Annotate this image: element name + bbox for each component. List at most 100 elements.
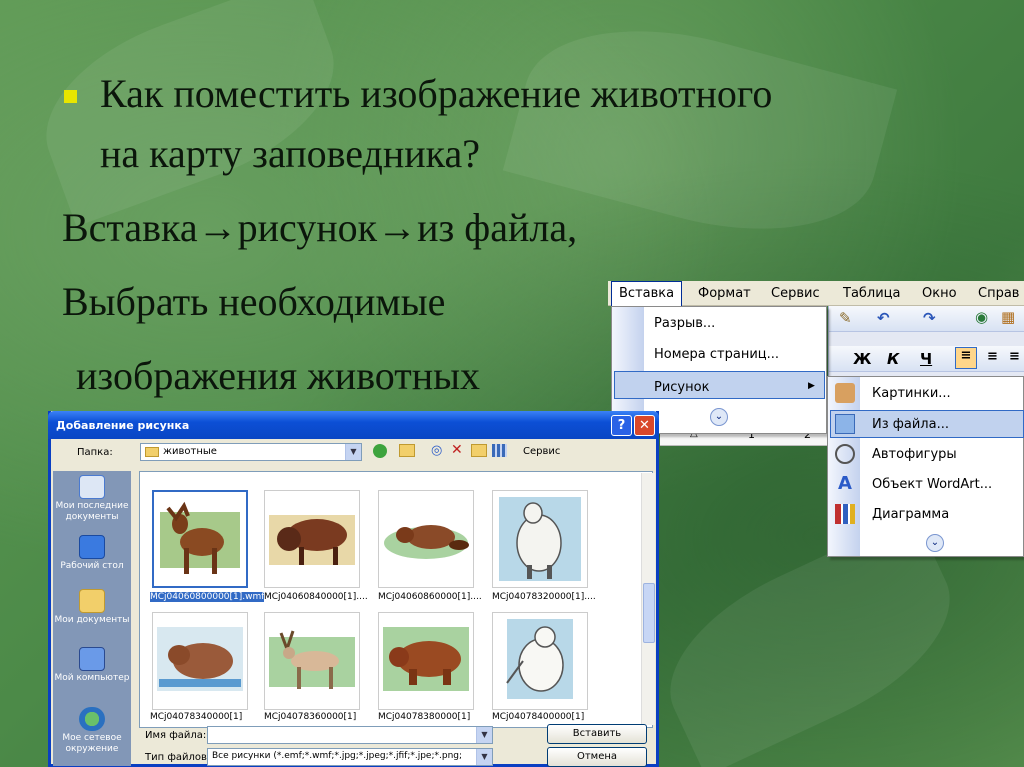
align-center-icon[interactable]: ≡ xyxy=(987,349,998,364)
file-name[interactable]: MCj04060860000[1].... xyxy=(378,592,482,602)
menu-item-page-numbers[interactable]: Номера страниц... xyxy=(654,347,779,362)
place-recent[interactable]: Мои последние документы xyxy=(53,475,131,523)
caribou-image xyxy=(269,630,355,689)
places-bar: Мои последние документы Рабочий стол Мои… xyxy=(53,471,131,766)
beaver-image xyxy=(384,525,469,559)
menu-item-break[interactable]: Разрыв... xyxy=(654,316,715,331)
file-name[interactable]: MCj04060840000[1].... xyxy=(264,592,368,602)
search-web-icon[interactable]: ◎ xyxy=(431,443,442,458)
filetype-dropdown[interactable]: Все рисунки (*.emf;*.wmf;*.jpg;*.jpeg;*.… xyxy=(207,748,493,766)
undo-icon[interactable]: ↶ xyxy=(877,309,890,327)
clipart-icon xyxy=(835,383,855,403)
bullet-marker xyxy=(64,90,77,103)
menu-tools[interactable]: Сервис xyxy=(771,286,820,301)
menu-item-wordart[interactable]: Объект WordArt... xyxy=(872,477,992,492)
filetype-value: Все рисунки (*.emf;*.wmf;*.jpg;*.jpeg;*.… xyxy=(212,751,463,761)
menu-item-from-file[interactable]: Из файла... xyxy=(872,417,949,432)
tables-icon[interactable]: ▦ xyxy=(1001,308,1015,326)
menu-window[interactable]: Окно xyxy=(922,286,957,301)
thumbnail-moose[interactable] xyxy=(152,490,248,588)
views-icon[interactable] xyxy=(492,444,507,457)
scrollbar-thumb[interactable] xyxy=(643,583,655,643)
slide-bullet-line-2: на карту заповедника? xyxy=(100,131,480,176)
close-button[interactable]: ✕ xyxy=(634,415,655,436)
menu-format[interactable]: Формат xyxy=(698,286,751,301)
cancel-button[interactable]: Отмена xyxy=(547,747,647,767)
file-name[interactable]: MCj04078360000[1] xyxy=(264,712,356,722)
menu-insert[interactable]: Вставка xyxy=(611,281,683,306)
network-icon xyxy=(79,707,105,731)
file-name[interactable]: MCj04078320000[1].... xyxy=(492,592,596,602)
place-my-computer[interactable]: Мой компьютер xyxy=(53,647,131,684)
moose-image xyxy=(160,501,240,574)
bold-button[interactable]: Ж xyxy=(853,350,871,368)
slide-line-animals: изображения животных xyxy=(76,353,481,398)
bison-image xyxy=(269,515,355,565)
thumbnail-bison[interactable] xyxy=(264,490,360,588)
thumbnail-owl[interactable] xyxy=(492,612,588,710)
formatting-toolbar: Ж К Ч ≡ ≡ ≡ xyxy=(829,346,1024,372)
up-folder-icon[interactable] xyxy=(399,444,415,457)
menu-item-clipart[interactable]: Картинки... xyxy=(872,386,951,401)
menu-help[interactable]: Справ xyxy=(978,286,1019,301)
place-my-documents[interactable]: Мои документы xyxy=(53,589,131,626)
folder-dropdown[interactable]: животные ▼ xyxy=(140,443,362,461)
filename-input[interactable]: ▼ xyxy=(207,726,493,744)
menu-item-chart[interactable]: Диаграмма xyxy=(872,507,949,522)
help-button[interactable]: ? xyxy=(611,415,632,436)
menu-item-autoshapes[interactable]: Автофигуры xyxy=(872,447,957,462)
wordart-icon: A xyxy=(838,473,852,494)
hyperlink-icon[interactable]: ◉ xyxy=(975,308,988,326)
folder-value: животные xyxy=(163,446,217,457)
file-list-scrollbar[interactable] xyxy=(641,473,655,725)
expand-menu-icon[interactable]: ⌄ xyxy=(926,534,944,552)
file-name[interactable]: MCj04060800000[1].wmf xyxy=(150,592,265,602)
thumbnail-beaver[interactable] xyxy=(378,490,474,588)
place-network[interactable]: Мое сетевое окружение xyxy=(53,707,131,755)
standard-toolbar: ✎ ↶ ↷ ◉ ▦ xyxy=(829,306,1024,332)
filename-label: Имя файла: xyxy=(145,730,207,741)
redo-icon[interactable]: ↷ xyxy=(923,309,936,327)
chevron-down-icon[interactable]: ▼ xyxy=(345,444,361,460)
recent-documents-icon xyxy=(79,475,105,499)
word-toolbar: ✎ ↶ ↷ ◉ ▦ Ж К Ч ≡ ≡ ≡ xyxy=(828,306,1024,378)
format-painter-icon[interactable]: ✎ xyxy=(839,309,852,327)
my-computer-icon xyxy=(79,647,105,671)
expand-menu-icon[interactable]: ⌄ xyxy=(710,408,728,426)
place-desktop[interactable]: Рабочий стол xyxy=(53,535,131,572)
file-name[interactable]: MCj04078340000[1] xyxy=(150,712,242,722)
file-name[interactable]: MCj04078380000[1] xyxy=(378,712,470,722)
thumbnail-goat[interactable] xyxy=(492,490,588,588)
from-file-icon xyxy=(835,414,855,434)
slide-line-choose: Выбрать необходимые xyxy=(62,279,446,324)
file-list: MCj04060800000[1].wmf MCj04060840000[1].… xyxy=(139,471,653,728)
folder-label: Папка: xyxy=(77,447,113,458)
align-left-icon[interactable]: ≡ xyxy=(955,347,977,369)
chart-icon xyxy=(835,504,855,524)
align-right-icon[interactable]: ≡ xyxy=(1009,349,1020,364)
insert-picture-dialog: Добавление рисунка ? ✕ Папка: животные ▼… xyxy=(48,411,659,767)
folder-icon xyxy=(145,447,159,457)
underline-button[interactable]: Ч xyxy=(920,350,932,368)
thumbnail-bear[interactable] xyxy=(378,612,474,710)
dialog-titlebar[interactable]: Добавление рисунка ? ✕ xyxy=(48,411,659,439)
menu-table[interactable]: Таблица xyxy=(843,286,901,301)
chevron-down-icon[interactable]: ▼ xyxy=(476,749,492,765)
new-folder-icon[interactable] xyxy=(471,444,487,457)
chevron-down-icon[interactable]: ▼ xyxy=(476,727,492,743)
delete-icon[interactable]: ✕ xyxy=(451,442,463,458)
thumbnail-walrus[interactable] xyxy=(152,612,248,710)
mountain-goat-image xyxy=(499,497,581,581)
autoshapes-icon xyxy=(835,444,855,464)
tools-menu[interactable]: Сервис xyxy=(523,446,560,457)
italic-button[interactable]: К xyxy=(887,350,899,368)
menu-item-picture[interactable]: Рисунок xyxy=(654,380,709,395)
menu-icon-strip xyxy=(828,377,860,556)
filetype-label: Тип файлов: xyxy=(145,752,211,763)
insert-button[interactable]: Вставить xyxy=(547,724,647,744)
file-name[interactable]: MCj04078400000[1] xyxy=(492,712,584,722)
bear-image xyxy=(383,627,469,691)
thumbnail-caribou[interactable] xyxy=(264,612,360,710)
walrus-image xyxy=(157,627,243,691)
back-icon[interactable] xyxy=(373,444,387,458)
